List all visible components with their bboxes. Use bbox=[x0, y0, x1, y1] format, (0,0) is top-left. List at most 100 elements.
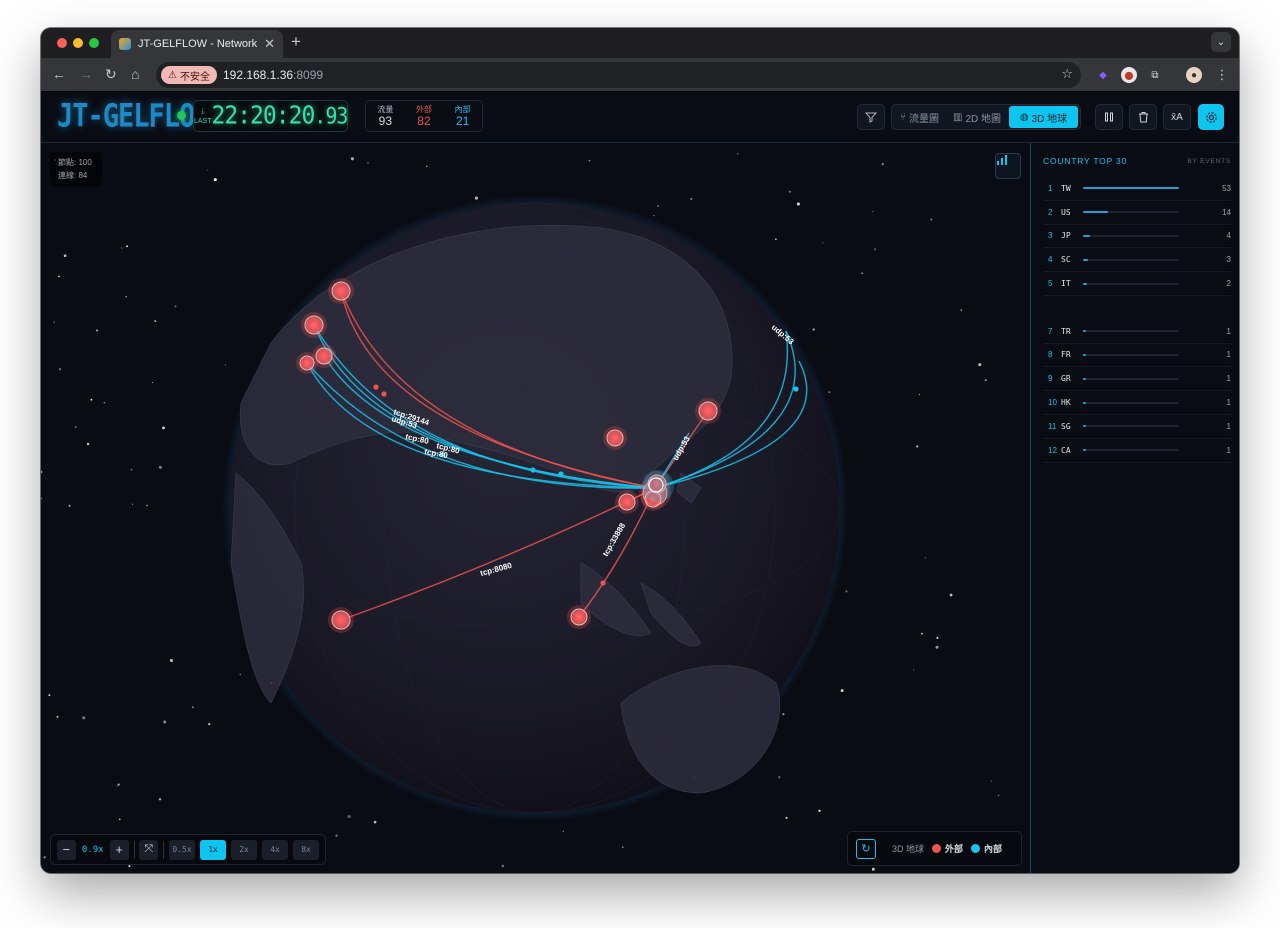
view-tab[interactable]: ◍ 3D 地球 bbox=[1009, 106, 1078, 128]
translate-button[interactable]: x̄A bbox=[1163, 104, 1191, 130]
stat-value: 82 bbox=[417, 113, 431, 128]
country-count: 1 bbox=[1226, 374, 1231, 384]
speed-button[interactable]: 0.5x bbox=[169, 839, 196, 860]
country-row[interactable]: 9 GR 1 bbox=[1043, 367, 1231, 392]
geo-node[interactable] bbox=[304, 315, 324, 335]
maximize-window-button[interactable] bbox=[89, 38, 99, 48]
country-row[interactable]: 10 HK 1 bbox=[1043, 391, 1231, 415]
stat-label: 內部 bbox=[454, 104, 471, 114]
geo-node[interactable] bbox=[331, 610, 351, 630]
zoom-in-button[interactable]: + bbox=[109, 839, 129, 860]
back-icon[interactable]: ← bbox=[52, 66, 66, 82]
star bbox=[119, 818, 121, 820]
legend-external: 外部 bbox=[932, 842, 963, 855]
view-tab[interactable]: ▥ 2D 地圖 bbox=[947, 106, 1007, 128]
legend-internal-label: 內部 bbox=[984, 844, 1003, 854]
minimize-window-button[interactable] bbox=[73, 38, 83, 48]
star bbox=[158, 798, 162, 801]
extension-icon[interactable]: ◆ bbox=[1095, 67, 1111, 83]
filter-button[interactable] bbox=[857, 104, 885, 130]
browser-tab[interactable]: JT-GELFLOW - Network Traffic ✕ bbox=[111, 30, 283, 58]
country-row[interactable]: 4 SC 3 bbox=[1043, 248, 1231, 273]
browser-toolbar: ← → ↻ ⌂ ⚠ 不安全 192.168.1.36:8099 ☆ ◆ ⬤ ⧉ … bbox=[41, 58, 1239, 92]
fit-view-button[interactable]: ⤧ bbox=[139, 839, 159, 860]
browser-menu-icon[interactable]: ⋮ bbox=[1214, 67, 1230, 83]
country-code: SC bbox=[1061, 255, 1071, 265]
view-tab[interactable]: ⑂ 流量圖 bbox=[894, 106, 945, 128]
geo-node[interactable] bbox=[331, 281, 351, 301]
geo-node[interactable] bbox=[698, 401, 718, 421]
country-code: SG bbox=[1061, 421, 1071, 431]
gear-icon bbox=[1205, 111, 1217, 123]
stat-item: 外部 82 bbox=[416, 105, 432, 128]
url-text: 192.168.1.36:8099 bbox=[223, 68, 323, 82]
legend-internal: 內部 bbox=[971, 842, 1002, 855]
traffic-stats: 流量 93 外部 82 內部 21 bbox=[365, 100, 483, 132]
view-tab-label: 流量圖 bbox=[909, 113, 939, 125]
country-row[interactable]: 12 CA 1 bbox=[1043, 439, 1231, 463]
zoom-out-button[interactable]: − bbox=[57, 839, 76, 860]
country-row[interactable]: 1 TW 53 bbox=[1043, 177, 1231, 201]
extension-icon[interactable]: ⬤ bbox=[1121, 67, 1137, 83]
star bbox=[162, 426, 165, 430]
clear-button[interactable] bbox=[1129, 104, 1157, 130]
address-bar[interactable]: ⚠ 不安全 192.168.1.36:8099 ☆ bbox=[156, 62, 1081, 88]
country-row[interactable] bbox=[1043, 296, 1231, 320]
country-bar-fill bbox=[1083, 330, 1086, 333]
country-row[interactable]: 3 JP 4 bbox=[1043, 225, 1231, 249]
star bbox=[777, 775, 781, 779]
globe-view[interactable]: tcp:29144 udp:53 tcp:80 tcp:80 tcp:80 tcp:808… bbox=[41, 143, 1030, 873]
settings-button[interactable] bbox=[1198, 104, 1224, 130]
bookmark-star-icon[interactable]: ☆ bbox=[1061, 66, 1073, 82]
clock-hms: 22:20:20 bbox=[211, 101, 316, 131]
new-tab-button[interactable]: + bbox=[291, 32, 301, 52]
speed-button[interactable]: 1x bbox=[200, 839, 227, 860]
star bbox=[822, 242, 824, 244]
star bbox=[117, 783, 120, 786]
globe-canvas[interactable]: tcp:29144udp:53tcp:80tcp:80tcp:80tcp:808… bbox=[41, 143, 1030, 873]
flow-graph-icon: ⑂ bbox=[900, 111, 906, 123]
geo-node[interactable] bbox=[570, 608, 588, 626]
zoom-speed-controls: − 0.9x + ⤧ 0.5x 1x 2x 4x 8x bbox=[50, 834, 326, 865]
forward-icon[interactable]: → bbox=[79, 66, 93, 82]
speed-button[interactable]: 4x bbox=[262, 839, 289, 860]
country-row[interactable]: 7 TR 1 bbox=[1043, 320, 1231, 344]
geo-node[interactable] bbox=[315, 347, 333, 365]
country-count: 3 bbox=[1226, 255, 1231, 265]
stat-label: 外部 bbox=[415, 104, 432, 114]
reload-icon[interactable]: ↻ bbox=[105, 66, 117, 82]
country-rank: 8 bbox=[1048, 350, 1053, 360]
star bbox=[347, 814, 351, 819]
close-tab-icon[interactable]: ✕ bbox=[264, 36, 275, 52]
star bbox=[690, 197, 693, 200]
close-window-button[interactable] bbox=[57, 38, 67, 48]
browser-window: JT-GELFLOW - Network Traffic ✕ + ⌄ ← → ↻… bbox=[41, 28, 1239, 873]
pause-button[interactable] bbox=[1095, 104, 1123, 130]
country-code: GR bbox=[1061, 374, 1071, 384]
app-header: JT-GELFLOW ⤓ LAST 22:20:20.93 流量 93 外部 82 內部… bbox=[41, 92, 1239, 143]
country-row[interactable]: 2 US 14 bbox=[1043, 201, 1231, 225]
panel-subtitle: BY EVENTS bbox=[1187, 157, 1231, 165]
geo-node[interactable] bbox=[606, 429, 624, 447]
security-badge[interactable]: ⚠ 不安全 bbox=[161, 66, 217, 84]
stat-label: 流量 bbox=[377, 104, 394, 114]
country-row[interactable]: 8 FR 1 bbox=[1043, 344, 1231, 368]
country-row[interactable]: 5 IT 2 bbox=[1043, 272, 1231, 296]
extensions-puzzle-icon[interactable]: ⧉ bbox=[1147, 67, 1163, 83]
country-row[interactable]: 11 SG 1 bbox=[1043, 415, 1231, 439]
star bbox=[75, 426, 77, 428]
speed-button[interactable]: 2x bbox=[231, 839, 258, 860]
geo-node[interactable] bbox=[618, 493, 636, 511]
country-code: JP bbox=[1061, 231, 1071, 241]
auto-rotate-button[interactable]: ↻ bbox=[856, 838, 876, 859]
map-2d-icon: ▥ bbox=[953, 111, 963, 123]
chart-toggle-button[interactable] bbox=[995, 153, 1021, 179]
star bbox=[63, 254, 67, 257]
star bbox=[350, 157, 354, 161]
home-icon[interactable]: ⌂ bbox=[131, 66, 139, 82]
country-code: TW bbox=[1061, 183, 1071, 193]
geo-node[interactable] bbox=[299, 355, 315, 371]
profile-avatar[interactable]: ● bbox=[1186, 67, 1202, 83]
speed-button[interactable]: 8x bbox=[293, 839, 320, 860]
tab-search-button[interactable]: ⌄ bbox=[1211, 32, 1231, 52]
